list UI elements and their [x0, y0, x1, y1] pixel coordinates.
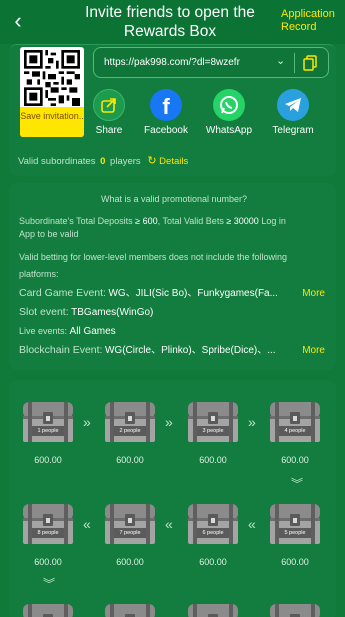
rules-bets-label: , Total Valid Bets	[157, 216, 224, 226]
treasure-chest[interactable]: 6 people	[185, 502, 241, 546]
telegram-share-button[interactable]: Telegram	[265, 89, 321, 136]
rules-line-1: Subordinate's Total Deposits ≥ 600, Tota…	[19, 215, 329, 241]
share-button[interactable]: Share	[81, 89, 137, 136]
chest-amount: 600.00	[116, 557, 144, 567]
slot-value: TBGames(WinGo)	[71, 307, 154, 318]
chest-amount: 600.00	[34, 455, 62, 465]
slot-label: Slot event:	[19, 306, 69, 318]
refresh-icon: ↻	[147, 155, 157, 167]
invite-link-field[interactable]: https://pak998.com/?dl=8wzefr ⌄	[93, 47, 329, 78]
treasure-chest[interactable]: 2 people	[102, 400, 158, 444]
chest-people-label: 1 people	[37, 428, 59, 434]
live-value: All Games	[69, 326, 116, 337]
details-label: Details	[159, 156, 189, 167]
facebook-icon: f	[150, 89, 182, 121]
rules-card: What is a valid promotional number? Subo…	[9, 183, 336, 370]
card-game-more-link[interactable]: More	[302, 287, 325, 300]
facebook-label: Facebook	[144, 125, 188, 136]
rules-title: What is a valid promotional number?	[100, 194, 248, 204]
treasure-chest[interactable]: 4 people	[267, 400, 323, 444]
chest-people-label: 3 people	[202, 428, 224, 434]
treasure-chest[interactable]: 7 people	[102, 502, 158, 546]
qr-code-box: Save invitation..	[20, 47, 84, 137]
qr-code-icon	[24, 50, 80, 106]
chest-amount: 600.00	[281, 455, 309, 465]
chest-people-label: 5 people	[284, 530, 306, 536]
copy-icon[interactable]	[303, 55, 317, 71]
page-title: Invite friends to open the Rewards Box	[85, 4, 255, 40]
arrow-left-icon: «	[248, 516, 256, 532]
chest-amount: 600.00	[199, 557, 227, 567]
share-label: Share	[95, 125, 123, 136]
rules-line-2: Valid betting for lower-level members do…	[19, 252, 287, 262]
treasure-chest[interactable]: 5 people	[267, 502, 323, 546]
card-game-row: Card Game Event: WG、JILI(Sic Bo)、Funkyga…	[19, 287, 329, 300]
telegram-icon	[277, 89, 309, 121]
valid-unit: players	[110, 156, 141, 167]
card-game-label: Card Game Event:	[19, 287, 106, 299]
treasure-chest[interactable]	[267, 602, 323, 617]
rules-line-3: platforms:	[19, 269, 59, 279]
chest-people-label: 8 people	[37, 530, 59, 536]
arrow-left-icon: «	[165, 516, 173, 532]
rules-login-text: Log in	[258, 216, 286, 226]
rules-valid-text: App to be valid	[19, 229, 79, 239]
treasure-chest[interactable]: 1 people	[20, 400, 76, 444]
treasure-chest[interactable]	[102, 602, 158, 617]
divider	[294, 53, 295, 73]
arrow-right-icon: »	[165, 414, 173, 430]
save-invitation-button[interactable]: Save invitation..	[20, 107, 84, 137]
chest-amount: 600.00	[199, 455, 227, 465]
chevron-down-icon[interactable]: ⌄	[276, 54, 285, 67]
details-link[interactable]: ↻ Details	[147, 155, 189, 167]
application-record-link[interactable]: Application Record	[281, 8, 341, 34]
blockchain-value: WG(Circle、Plinko)、Spribe(Dice)、...	[104, 345, 276, 356]
treasure-chest[interactable]: 8 people	[20, 502, 76, 546]
chest-amount: 600.00	[281, 557, 309, 567]
slot-row: Slot event: TBGames(WinGo)	[19, 306, 329, 319]
chest-amount: 600.00	[116, 455, 144, 465]
chest-people-label: 4 people	[284, 428, 306, 434]
header: ‹ Invite friends to open the Rewards Box…	[0, 0, 345, 44]
live-row: Live events: All Games	[19, 325, 329, 338]
treasure-chest[interactable]: 3 people	[185, 400, 241, 444]
share-icon	[93, 89, 125, 121]
telegram-label: Telegram	[272, 125, 314, 136]
chest-amount: 600.00	[34, 557, 62, 567]
arrow-left-icon: «	[83, 516, 91, 532]
arrow-down-icon: ︾	[43, 577, 56, 591]
live-label: Live events:	[19, 326, 68, 336]
rules-deposit-value: ≥ 600	[135, 216, 158, 226]
facebook-share-button[interactable]: f Facebook	[138, 89, 194, 136]
arrow-right-icon: »	[248, 414, 256, 430]
arrow-down-icon: ︾	[291, 477, 304, 491]
arrow-right-icon: »	[83, 414, 91, 430]
valid-subordinates-label: Valid subordinates	[18, 156, 96, 167]
valid-count: 0	[100, 156, 106, 167]
blockchain-label: Blockchain Event:	[19, 344, 103, 356]
invite-link-text: https://pak998.com/?dl=8wzefr	[104, 57, 240, 68]
chest-people-label: 2 people	[119, 428, 141, 434]
chest-people-label: 6 people	[202, 530, 224, 536]
card-game-value: WG、JILI(Sic Bo)、Funkygames(Fa...	[108, 288, 278, 299]
rules-bets-value: ≥ 30000	[226, 216, 259, 226]
rewards-box-card: 1 people 600.00 » 2 people 600.00 » 3 people…	[9, 380, 336, 617]
blockchain-more-link[interactable]: More	[302, 344, 325, 357]
treasure-chest[interactable]	[185, 602, 241, 617]
whatsapp-share-button[interactable]: WhatsApp	[201, 89, 257, 136]
rules-deposit-label: Subordinate's Total Deposits	[19, 216, 133, 226]
blockchain-row: Blockchain Event: WG(Circle、Plinko)、Spri…	[19, 344, 329, 357]
chest-people-label: 7 people	[119, 530, 141, 536]
treasure-chest[interactable]	[20, 602, 76, 617]
whatsapp-label: WhatsApp	[205, 125, 253, 136]
back-arrow-icon[interactable]: ‹	[6, 10, 30, 34]
valid-subordinates-row: Valid subordinates 0 players ↻ Details	[18, 154, 188, 167]
whatsapp-icon	[213, 89, 245, 121]
invite-card: Save invitation.. https://pak998.com/?dl…	[9, 44, 336, 176]
